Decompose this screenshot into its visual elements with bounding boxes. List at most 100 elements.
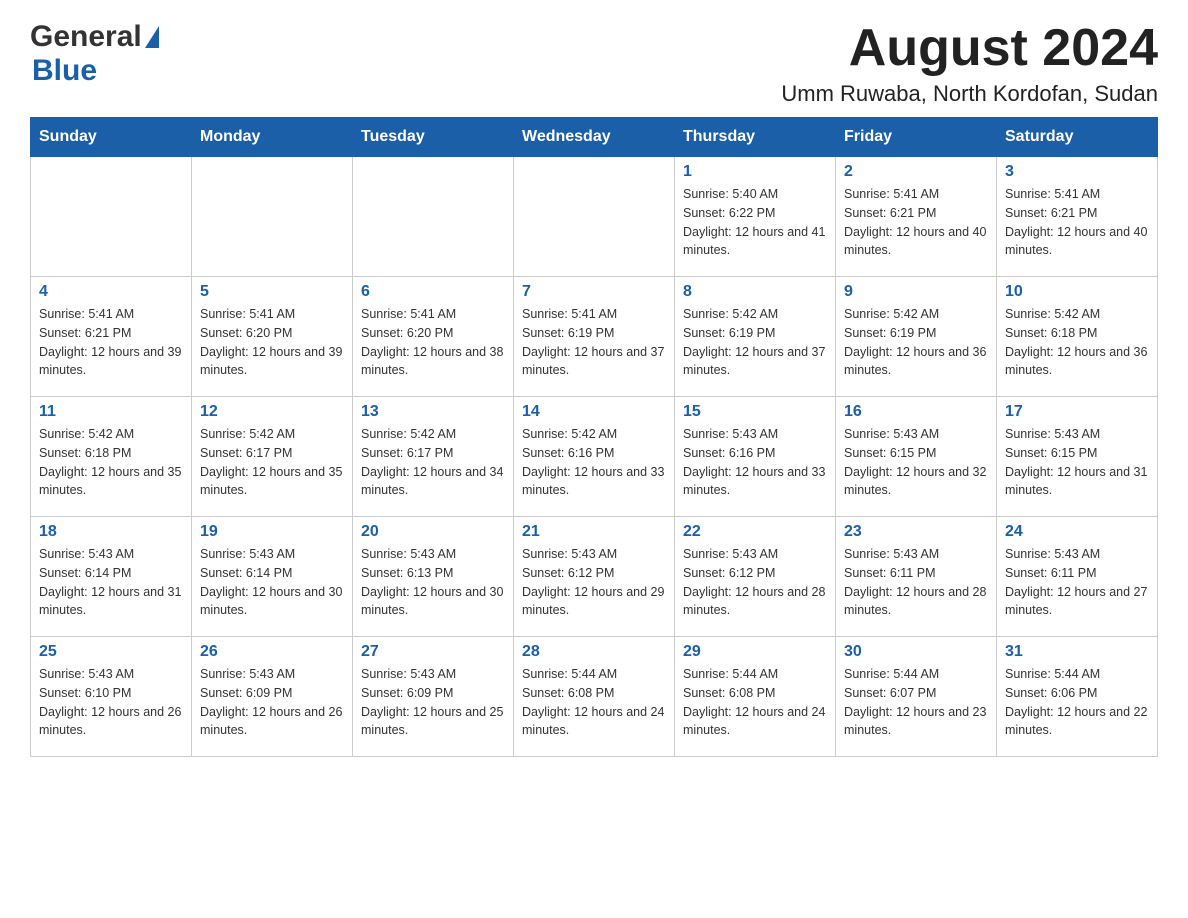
day-info: Sunrise: 5:43 AMSunset: 6:09 PMDaylight:… <box>200 665 344 740</box>
calendar-day-cell: 7Sunrise: 5:41 AMSunset: 6:19 PMDaylight… <box>514 277 675 397</box>
weekday-header-sunday: Sunday <box>31 118 192 157</box>
calendar-day-cell: 31Sunrise: 5:44 AMSunset: 6:06 PMDayligh… <box>997 637 1158 757</box>
month-title: August 2024 <box>781 20 1158 77</box>
weekday-header-monday: Monday <box>192 118 353 157</box>
calendar-day-cell: 29 Sunrise: 5:44 AMSunset: 6:08 PMDayligh… <box>675 637 836 757</box>
day-info: Sunrise: 5:43 AMSunset: 6:12 PMDaylight:… <box>683 545 827 620</box>
calendar-week-row: 11Sunrise: 5:42 AMSunset: 6:18 PMDayligh… <box>31 397 1158 517</box>
logo-line1: General <box>30 20 159 54</box>
day-number: 25 <box>39 643 183 661</box>
calendar-day-cell: 22 Sunrise: 5:43 AMSunset: 6:12 PMDayligh… <box>675 517 836 637</box>
day-number: 14 <box>522 403 666 421</box>
day-number: 22 <box>683 523 827 541</box>
day-number: 16 <box>844 403 988 421</box>
calendar-day-cell: 13 Sunrise: 5:42 AMSunset: 6:17 PMDayligh… <box>353 397 514 517</box>
logo-triangle-icon <box>145 26 159 48</box>
day-number: 11 <box>39 403 183 421</box>
calendar-day-cell: 3Sunrise: 5:41 AMSunset: 6:21 PMDaylight… <box>997 157 1158 277</box>
calendar-day-cell <box>192 157 353 277</box>
day-number: 31 <box>1005 643 1149 661</box>
day-info: Sunrise: 5:43 AMSunset: 6:10 PMDaylight:… <box>39 665 183 740</box>
day-number: 8 <box>683 283 827 301</box>
weekday-header-thursday: Thursday <box>675 118 836 157</box>
day-number: 30 <box>844 643 988 661</box>
weekday-header-wednesday: Wednesday <box>514 118 675 157</box>
calendar-header-row: SundayMondayTuesdayWednesdayThursdayFrid… <box>31 118 1158 157</box>
day-info: Sunrise: 5:43 AMSunset: 6:13 PMDaylight:… <box>361 545 505 620</box>
day-info: Sunrise: 5:42 AMSunset: 6:19 PMDaylight:… <box>844 305 988 380</box>
logo-general-text: General <box>30 20 142 54</box>
day-info: Sunrise: 5:43 AMSunset: 6:15 PMDaylight:… <box>1005 425 1149 500</box>
calendar-day-cell: 6 Sunrise: 5:41 AMSunset: 6:20 PMDaylight… <box>353 277 514 397</box>
calendar-table: SundayMondayTuesdayWednesdayThursdayFrid… <box>30 117 1158 757</box>
day-number: 3 <box>1005 163 1149 181</box>
day-number: 15 <box>683 403 827 421</box>
calendar-day-cell: 21Sunrise: 5:43 AMSunset: 6:12 PMDayligh… <box>514 517 675 637</box>
day-info: Sunrise: 5:41 AMSunset: 6:21 PMDaylight:… <box>844 185 988 260</box>
day-number: 4 <box>39 283 183 301</box>
weekday-header-friday: Friday <box>836 118 997 157</box>
day-number: 24 <box>1005 523 1149 541</box>
calendar-day-cell: 11Sunrise: 5:42 AMSunset: 6:18 PMDayligh… <box>31 397 192 517</box>
page-header: General Blue August 2024 Umm Ruwaba, Nor… <box>30 20 1158 107</box>
logo-blue-text: Blue <box>32 54 159 88</box>
day-info: Sunrise: 5:42 AMSunset: 6:19 PMDaylight:… <box>683 305 827 380</box>
calendar-week-row: 25 Sunrise: 5:43 AMSunset: 6:10 PMDayligh… <box>31 637 1158 757</box>
day-number: 27 <box>361 643 505 661</box>
calendar-day-cell: 26 Sunrise: 5:43 AMSunset: 6:09 PMDayligh… <box>192 637 353 757</box>
calendar-day-cell: 17 Sunrise: 5:43 AMSunset: 6:15 PMDayligh… <box>997 397 1158 517</box>
day-number: 20 <box>361 523 505 541</box>
weekday-header-saturday: Saturday <box>997 118 1158 157</box>
calendar-day-cell: 5 Sunrise: 5:41 AMSunset: 6:20 PMDaylight… <box>192 277 353 397</box>
calendar-day-cell: 15 Sunrise: 5:43 AMSunset: 6:16 PMDayligh… <box>675 397 836 517</box>
calendar-day-cell: 20 Sunrise: 5:43 AMSunset: 6:13 PMDayligh… <box>353 517 514 637</box>
day-number: 29 <box>683 643 827 661</box>
day-info: Sunrise: 5:43 AMSunset: 6:09 PMDaylight:… <box>361 665 505 740</box>
calendar-day-cell: 18 Sunrise: 5:43 AMSunset: 6:14 PMDayligh… <box>31 517 192 637</box>
calendar-day-cell: 1Sunrise: 5:40 AMSunset: 6:22 PMDaylight… <box>675 157 836 277</box>
calendar-day-cell: 24Sunrise: 5:43 AMSunset: 6:11 PMDayligh… <box>997 517 1158 637</box>
calendar-day-cell: 23 Sunrise: 5:43 AMSunset: 6:11 PMDayligh… <box>836 517 997 637</box>
day-number: 19 <box>200 523 344 541</box>
day-info: Sunrise: 5:43 AMSunset: 6:16 PMDaylight:… <box>683 425 827 500</box>
calendar-day-cell: 14Sunrise: 5:42 AMSunset: 6:16 PMDayligh… <box>514 397 675 517</box>
day-info: Sunrise: 5:41 AMSunset: 6:20 PMDaylight:… <box>361 305 505 380</box>
day-number: 28 <box>522 643 666 661</box>
day-info: Sunrise: 5:43 AMSunset: 6:11 PMDaylight:… <box>844 545 988 620</box>
day-number: 7 <box>522 283 666 301</box>
day-number: 18 <box>39 523 183 541</box>
day-number: 17 <box>1005 403 1149 421</box>
day-number: 9 <box>844 283 988 301</box>
day-number: 10 <box>1005 283 1149 301</box>
calendar-day-cell: 27 Sunrise: 5:43 AMSunset: 6:09 PMDayligh… <box>353 637 514 757</box>
day-number: 6 <box>361 283 505 301</box>
logo: General Blue <box>30 20 159 88</box>
day-number: 5 <box>200 283 344 301</box>
day-number: 13 <box>361 403 505 421</box>
day-info: Sunrise: 5:43 AMSunset: 6:14 PMDaylight:… <box>200 545 344 620</box>
day-number: 12 <box>200 403 344 421</box>
calendar-week-row: 4 Sunrise: 5:41 AMSunset: 6:21 PMDaylight… <box>31 277 1158 397</box>
day-info: Sunrise: 5:43 AMSunset: 6:15 PMDaylight:… <box>844 425 988 500</box>
day-info: Sunrise: 5:41 AMSunset: 6:20 PMDaylight:… <box>200 305 344 380</box>
day-info: Sunrise: 5:44 AMSunset: 6:07 PMDaylight:… <box>844 665 988 740</box>
day-info: Sunrise: 5:42 AMSunset: 6:17 PMDaylight:… <box>361 425 505 500</box>
day-info: Sunrise: 5:42 AMSunset: 6:18 PMDaylight:… <box>1005 305 1149 380</box>
day-info: Sunrise: 5:43 AMSunset: 6:14 PMDaylight:… <box>39 545 183 620</box>
calendar-day-cell <box>514 157 675 277</box>
day-info: Sunrise: 5:41 AMSunset: 6:21 PMDaylight:… <box>39 305 183 380</box>
weekday-header-tuesday: Tuesday <box>353 118 514 157</box>
calendar-day-cell <box>353 157 514 277</box>
calendar-day-cell: 28 Sunrise: 5:44 AMSunset: 6:08 PMDayligh… <box>514 637 675 757</box>
day-info: Sunrise: 5:44 AMSunset: 6:08 PMDaylight:… <box>683 665 827 740</box>
calendar-day-cell: 2Sunrise: 5:41 AMSunset: 6:21 PMDaylight… <box>836 157 997 277</box>
day-info: Sunrise: 5:43 AMSunset: 6:12 PMDaylight:… <box>522 545 666 620</box>
title-block: August 2024 Umm Ruwaba, North Kordofan, … <box>781 20 1158 107</box>
day-number: 26 <box>200 643 344 661</box>
day-number: 23 <box>844 523 988 541</box>
calendar-day-cell: 19 Sunrise: 5:43 AMSunset: 6:14 PMDayligh… <box>192 517 353 637</box>
day-info: Sunrise: 5:42 AMSunset: 6:17 PMDaylight:… <box>200 425 344 500</box>
day-info: Sunrise: 5:44 AMSunset: 6:08 PMDaylight:… <box>522 665 666 740</box>
calendar-week-row: 1Sunrise: 5:40 AMSunset: 6:22 PMDaylight… <box>31 157 1158 277</box>
calendar-day-cell <box>31 157 192 277</box>
